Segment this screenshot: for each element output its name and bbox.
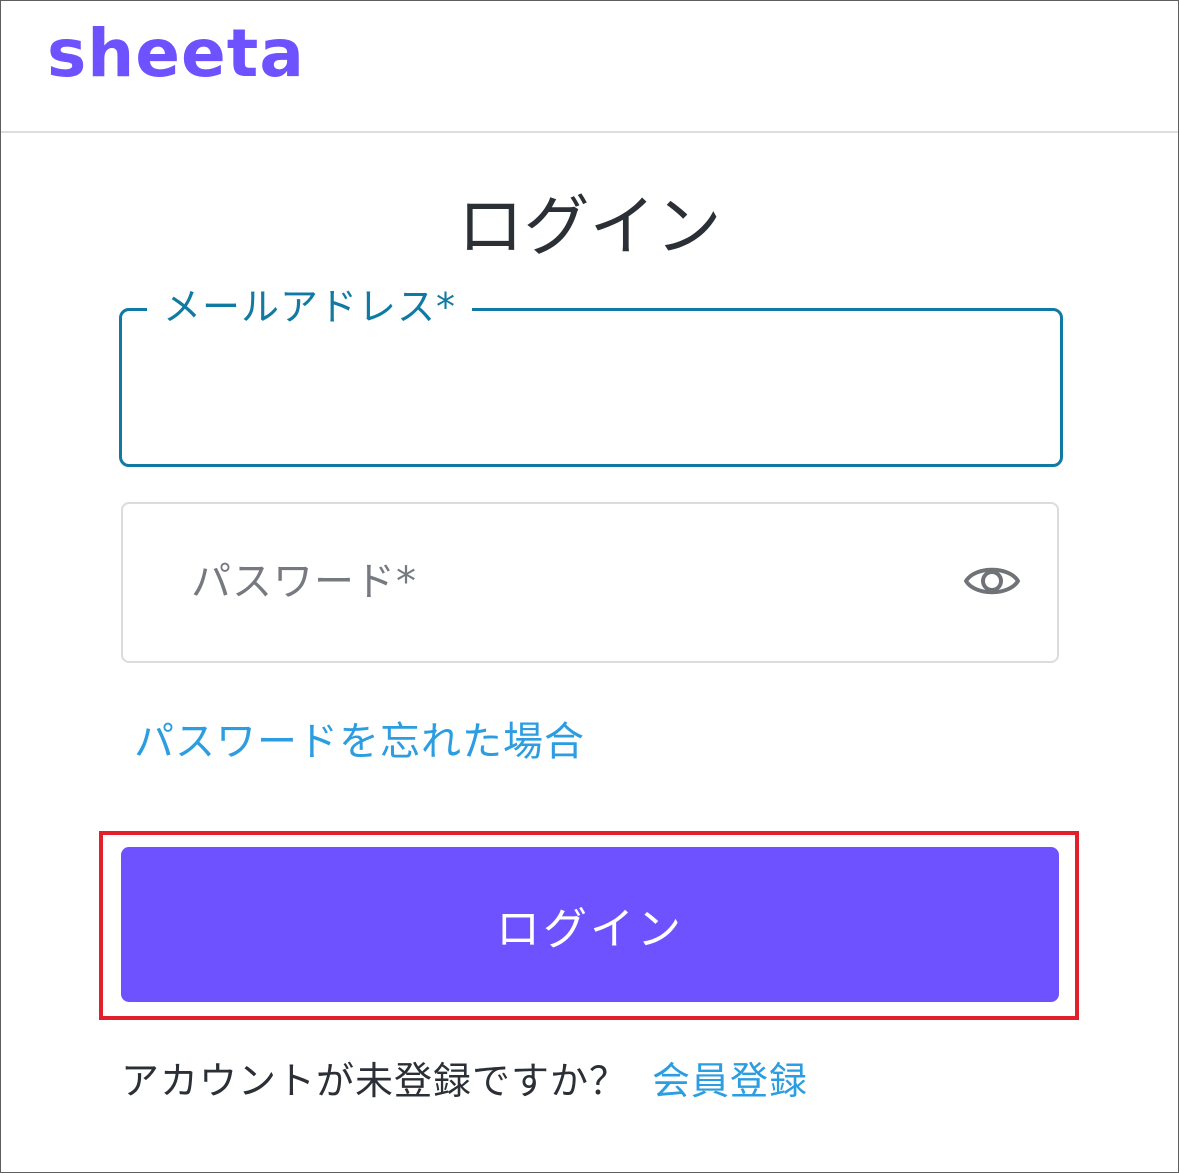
password-placeholder: パスワード* — [191, 559, 417, 605]
signup-row: アカウントが未登録ですか？ 会員登録 — [121, 1053, 808, 1109]
page-title: ログイン — [457, 188, 722, 265]
email-input[interactable] — [122, 311, 1060, 464]
login-button[interactable]: ログイン — [121, 847, 1059, 1002]
password-field[interactable]: パスワード* — [121, 502, 1059, 663]
signup-link[interactable]: 会員登録 — [652, 1059, 808, 1103]
forgot-password-link[interactable]: パスワードを忘れた場合 — [134, 714, 585, 770]
eye-icon[interactable] — [963, 556, 1021, 606]
sheeta-logo[interactable]: sheeta — [47, 21, 305, 87]
login-screen: sheeta ログイン メールアドレス* パスワード* パスワードを忘れた場合 … — [0, 0, 1179, 1173]
email-label: メールアドレス* — [147, 281, 473, 333]
signup-prompt: アカウントが未登録ですか？ — [121, 1059, 629, 1103]
app-header: sheeta — [1, 1, 1178, 133]
